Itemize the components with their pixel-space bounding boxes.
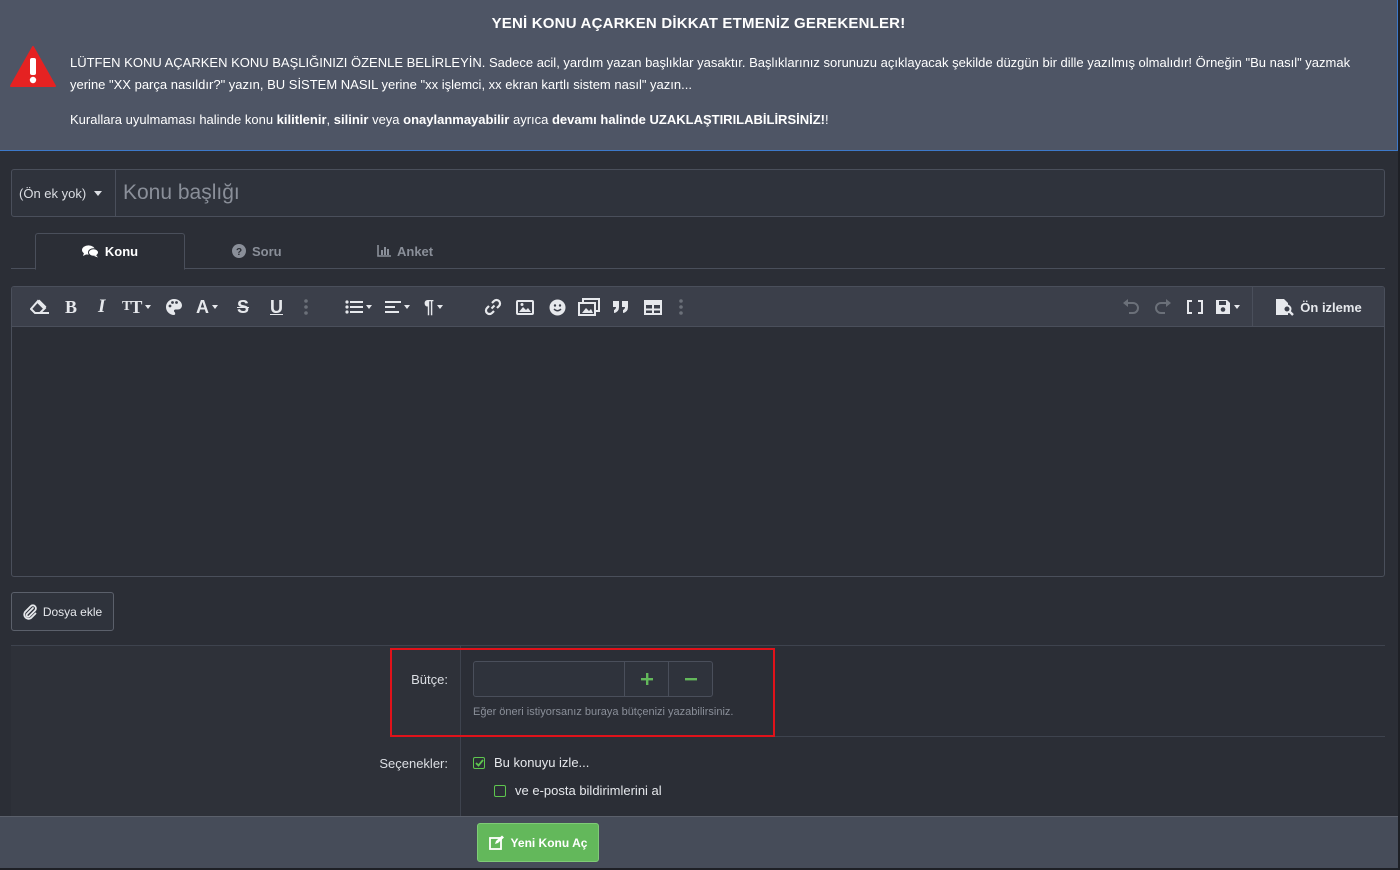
bbcode-icon[interactable] [1187,297,1203,317]
smiley-icon[interactable] [549,297,566,317]
tab-konu[interactable]: Konu [35,233,185,270]
paperclip-icon [23,603,37,620]
email-notify-label: ve e-posta bildirimlerini al [515,783,662,798]
submit-label: Yeni Konu Aç [510,835,588,850]
tab-soru-label: Soru [252,243,282,259]
notice-paragraph-2: Kurallara uyulmaması halinde konu kilitl… [70,112,829,127]
more-icon-2[interactable] [679,297,683,317]
tab-anket[interactable]: Anket [377,233,433,269]
notice-kilitlenir: kilitlenir [276,112,327,127]
list-icon[interactable] [345,297,372,317]
checkbox-unchecked-icon [494,784,506,797]
media-icon[interactable] [578,297,600,317]
notice-paragraph-1: LÜTFEN KONU AÇARKEN KONU BAŞLIĞINIZI ÖZE… [70,55,1351,92]
tab-soru[interactable]: ? Soru [232,233,282,269]
attach-files-button[interactable]: Dosya ekle [11,592,114,631]
warning-icon [10,46,56,87]
rules-notice: YENİ KONU AÇARKEN DİKKAT ETMENİZ GEREKEN… [0,0,1398,151]
watch-thread-label: Bu konuyu izle... [494,755,590,770]
table-icon[interactable] [644,297,662,317]
prefix-dropdown[interactable]: (Ön ek yok) [12,170,116,216]
paragraph-icon[interactable]: ¶ [424,297,443,317]
notice-onaylanmayabilir: onaylanmayabilir [403,112,510,127]
undo-icon[interactable] [1122,297,1140,317]
watch-thread-checkbox[interactable]: Bu konuyu izle... [473,755,589,770]
notice-uzaklastirma: devamı halinde UZAKLAŞTIRILABİLİRSİNİZ! [551,112,825,127]
font-icon[interactable]: A [196,297,218,317]
highlight-box [390,648,775,737]
question-circle-icon: ? [232,244,246,258]
email-notify-checkbox[interactable]: ve e-posta bildirimlerini al [494,783,662,798]
bold-icon[interactable]: B [65,297,77,317]
more-icon[interactable] [304,297,308,317]
text-size-icon[interactable]: TT [122,297,151,317]
preview-icon [1276,299,1295,316]
notice-silinir: silinir [333,112,369,127]
redo-icon[interactable] [1154,297,1172,317]
editor-tabs: Konu ? Soru Anket [11,233,1385,270]
checkbox-checked-icon [473,756,485,769]
svg-text:?: ? [236,247,242,258]
preview-label: Ön izleme [1300,299,1362,315]
image-icon[interactable] [516,297,534,317]
editor-content-area[interactable] [12,327,1384,576]
rich-text-editor: B I TT A S U ¶ Ön izleme [11,286,1385,577]
attach-label: Dosya ekle [42,604,103,619]
tab-konu-label: Konu [104,244,139,259]
underline-icon[interactable]: U [270,297,283,317]
prefix-label: (Ön ek yok) [19,185,87,201]
submit-new-thread-button[interactable]: Yeni Konu Aç [477,823,599,862]
align-icon[interactable] [385,297,410,317]
notice-title: YENİ KONU AÇARKEN DİKKAT ETMENİZ GEREKEN… [491,15,906,32]
italic-icon[interactable]: I [98,296,105,317]
bar-chart-icon [377,245,391,257]
link-icon[interactable] [484,297,502,317]
caret-down-icon [94,190,103,196]
eraser-icon[interactable] [30,297,50,317]
thread-title-input[interactable] [116,170,1384,216]
palette-icon[interactable] [165,297,183,317]
edit-icon [488,835,504,850]
tab-anket-label: Anket [397,243,434,259]
form-footer [0,816,1398,868]
title-row: (Ön ek yok) [11,169,1385,217]
comments-icon [81,245,99,258]
strikethrough-icon[interactable]: S [237,297,249,317]
save-draft-icon[interactable] [1215,297,1240,317]
preview-button[interactable]: Ön izleme [1252,287,1384,327]
quote-icon[interactable] [612,297,630,317]
editor-toolbar: B I TT A S U ¶ Ön izleme [12,287,1384,327]
options-label: Seçenekler: [379,756,448,771]
